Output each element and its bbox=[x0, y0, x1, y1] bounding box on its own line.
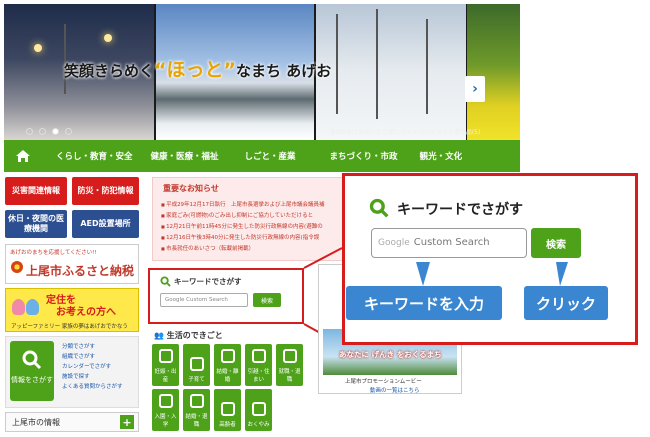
annotation-arrows bbox=[416, 262, 568, 286]
input-keyword-label: キーワードを入力 bbox=[346, 286, 502, 320]
click-label: クリック bbox=[524, 286, 608, 320]
